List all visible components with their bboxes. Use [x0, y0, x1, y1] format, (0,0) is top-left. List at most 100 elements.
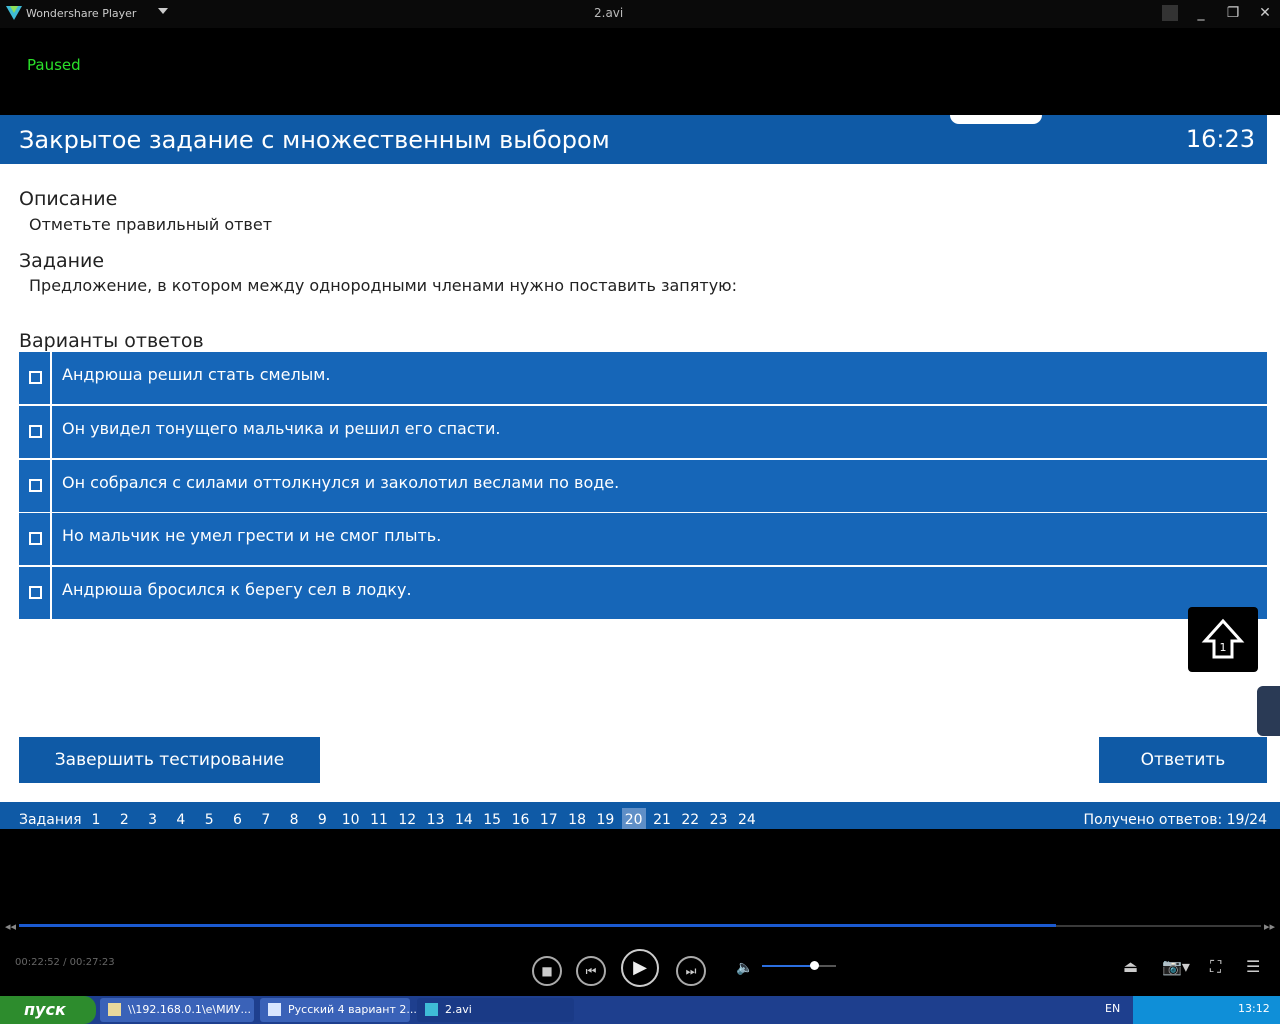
close-icon[interactable]: ✕ — [1254, 4, 1276, 22]
nav-question-2[interactable]: 2 — [112, 808, 136, 829]
taskbar-item-document[interactable]: Русский 4 вариант 2... — [260, 998, 417, 1022]
option-checkbox-cell[interactable] — [19, 352, 50, 404]
option-checkbox[interactable] — [29, 586, 42, 599]
taskbar-item-folder[interactable]: \\192.168.0.1\e\МИУ... — [100, 998, 254, 1022]
nav-label: Задания — [19, 812, 82, 828]
volume-knob[interactable] — [809, 961, 819, 970]
nav-question-4[interactable]: 4 — [169, 808, 193, 829]
nav-question-20[interactable]: 20 — [621, 808, 646, 829]
option-checkbox-cell[interactable] — [19, 513, 50, 565]
app-menu-chevron-down-icon[interactable] — [158, 8, 168, 14]
start-button[interactable]: пуск — [0, 996, 96, 1024]
nav-question-10[interactable]: 10 — [339, 808, 363, 829]
option-checkbox[interactable] — [29, 371, 42, 384]
play-icon[interactable]: ▶ — [621, 949, 659, 987]
account-icon[interactable] — [1162, 5, 1178, 21]
option-text-cell[interactable]: Андрюша решил стать смелым. — [52, 352, 1267, 404]
side-panel-tab[interactable] — [1257, 686, 1280, 736]
folder-icon — [108, 1003, 121, 1016]
camera-icon[interactable]: 📷▾ — [1162, 957, 1190, 976]
nav-question-6[interactable]: 6 — [226, 808, 250, 829]
answer-button[interactable]: Ответить — [1099, 737, 1267, 783]
option-checkbox[interactable] — [29, 532, 42, 545]
question-navigation: Задания Получено ответов: 19/24 12345678… — [0, 802, 1280, 829]
nav-question-24[interactable]: 24 — [735, 808, 759, 829]
svg-text:1: 1 — [1220, 641, 1227, 654]
nav-question-9[interactable]: 9 — [310, 808, 334, 829]
nav-question-18[interactable]: 18 — [565, 808, 589, 829]
nav-question-21[interactable]: 21 — [650, 808, 674, 829]
option-checkbox-cell[interactable] — [19, 567, 50, 619]
nav-question-14[interactable]: 14 — [452, 808, 476, 829]
nav-question-16[interactable]: 16 — [509, 808, 533, 829]
nav-question-5[interactable]: 5 — [197, 808, 221, 829]
quiz-timer: 16:23 — [1185, 125, 1255, 153]
seek-progress — [19, 924, 1057, 927]
task-heading: Задание — [19, 250, 105, 272]
start-label: пуск — [24, 1000, 66, 1019]
nav-question-7[interactable]: 7 — [254, 808, 278, 829]
upload-overlay-icon[interactable]: 1 — [1188, 607, 1258, 672]
stop-icon[interactable]: ■ — [532, 956, 562, 986]
volume-icon[interactable]: 🔈 — [736, 960, 753, 976]
nav-question-12[interactable]: 12 — [395, 808, 419, 829]
nav-question-23[interactable]: 23 — [707, 808, 731, 829]
playback-status: Paused — [27, 56, 81, 74]
finish-test-button[interactable]: Завершить тестирование — [19, 737, 320, 783]
window-file-title: 2.avi — [594, 6, 624, 20]
nav-question-19[interactable]: 19 — [593, 808, 617, 829]
option-text: Он собрался с силами оттолкнулся и закол… — [62, 473, 620, 492]
volume-level — [762, 965, 814, 967]
option-checkbox[interactable] — [29, 425, 42, 438]
taskbar-item-label: 2.avi — [445, 1003, 472, 1016]
answer-option[interactable]: Андрюша решил стать смелым. — [19, 352, 1267, 404]
description-heading: Описание — [19, 188, 118, 210]
seek-back-icon[interactable]: ◂◂ — [5, 920, 16, 933]
wondershare-logo-icon — [425, 1003, 438, 1016]
seek-forward-icon[interactable]: ▸▸ — [1264, 920, 1275, 933]
quiz-title: Закрытое задание с множественным выбором — [19, 126, 610, 154]
nav-question-8[interactable]: 8 — [282, 808, 306, 829]
next-icon[interactable]: ⏭ — [676, 956, 706, 986]
taskbar-item-label: \\192.168.0.1\e\МИУ... — [128, 1003, 251, 1016]
option-text-cell[interactable]: Андрюша бросился к берегу сел в лодку. — [52, 567, 1267, 619]
app-name: Wondershare Player — [26, 7, 137, 20]
player-title-bar: Wondershare Player 2.avi _ ❐ ✕ — [0, 0, 1280, 28]
minimize-icon[interactable]: _ — [1190, 4, 1212, 22]
answer-option[interactable]: Он увидел тонущего мальчика и решил его … — [19, 406, 1267, 458]
quiz-header: Закрытое задание с множественным выбором… — [0, 115, 1267, 164]
time-readout: 00:22:52 / 00:27:23 — [15, 957, 115, 968]
description-text: Отметьте правильный ответ — [29, 215, 273, 234]
collapse-tab[interactable] — [950, 115, 1042, 124]
taskbar-item-label: Русский 4 вариант 2... — [288, 1003, 417, 1016]
previous-icon[interactable]: ⏮ — [576, 956, 606, 986]
nav-question-15[interactable]: 15 — [480, 808, 504, 829]
nav-question-13[interactable]: 13 — [424, 808, 448, 829]
option-text: Он увидел тонущего мальчика и решил его … — [62, 419, 501, 438]
clock: 13:12 — [1238, 1002, 1270, 1015]
taskbar-item-player[interactable]: 2.avi — [417, 998, 574, 1022]
answer-option[interactable]: Но мальчик не умел грести и не смог плыт… — [19, 513, 1267, 565]
option-text: Андрюша решил стать смелым. — [62, 365, 331, 384]
answer-option[interactable]: Он собрался с силами оттолкнулся и закол… — [19, 460, 1267, 512]
answer-option[interactable]: Андрюша бросился к берегу сел в лодку. — [19, 567, 1267, 619]
option-text-cell[interactable]: Он собрался с силами оттолкнулся и закол… — [52, 460, 1267, 512]
option-text: Но мальчик не умел грести и не смог плыт… — [62, 526, 442, 545]
language-indicator[interactable]: EN — [1105, 1002, 1120, 1015]
eject-icon[interactable]: ⏏ — [1123, 957, 1138, 976]
nav-question-22[interactable]: 22 — [678, 808, 702, 829]
nav-question-17[interactable]: 17 — [537, 808, 561, 829]
option-checkbox[interactable] — [29, 479, 42, 492]
option-text-cell[interactable]: Он увидел тонущего мальчика и решил его … — [52, 406, 1267, 458]
answers-count: Получено ответов: 19/24 — [1083, 812, 1267, 828]
nav-question-3[interactable]: 3 — [141, 808, 165, 829]
playlist-icon[interactable]: ☰ — [1246, 957, 1260, 976]
option-checkbox-cell[interactable] — [19, 460, 50, 512]
fullscreen-icon[interactable]: ⛶ — [1210, 957, 1221, 977]
restore-window-icon[interactable]: ❐ — [1222, 4, 1244, 22]
nav-question-11[interactable]: 11 — [367, 808, 391, 829]
nav-question-1[interactable]: 1 — [84, 808, 108, 829]
task-text: Предложение, в котором между однородными… — [29, 276, 738, 295]
option-text-cell[interactable]: Но мальчик не умел грести и не смог плыт… — [52, 513, 1267, 565]
option-checkbox-cell[interactable] — [19, 406, 50, 458]
